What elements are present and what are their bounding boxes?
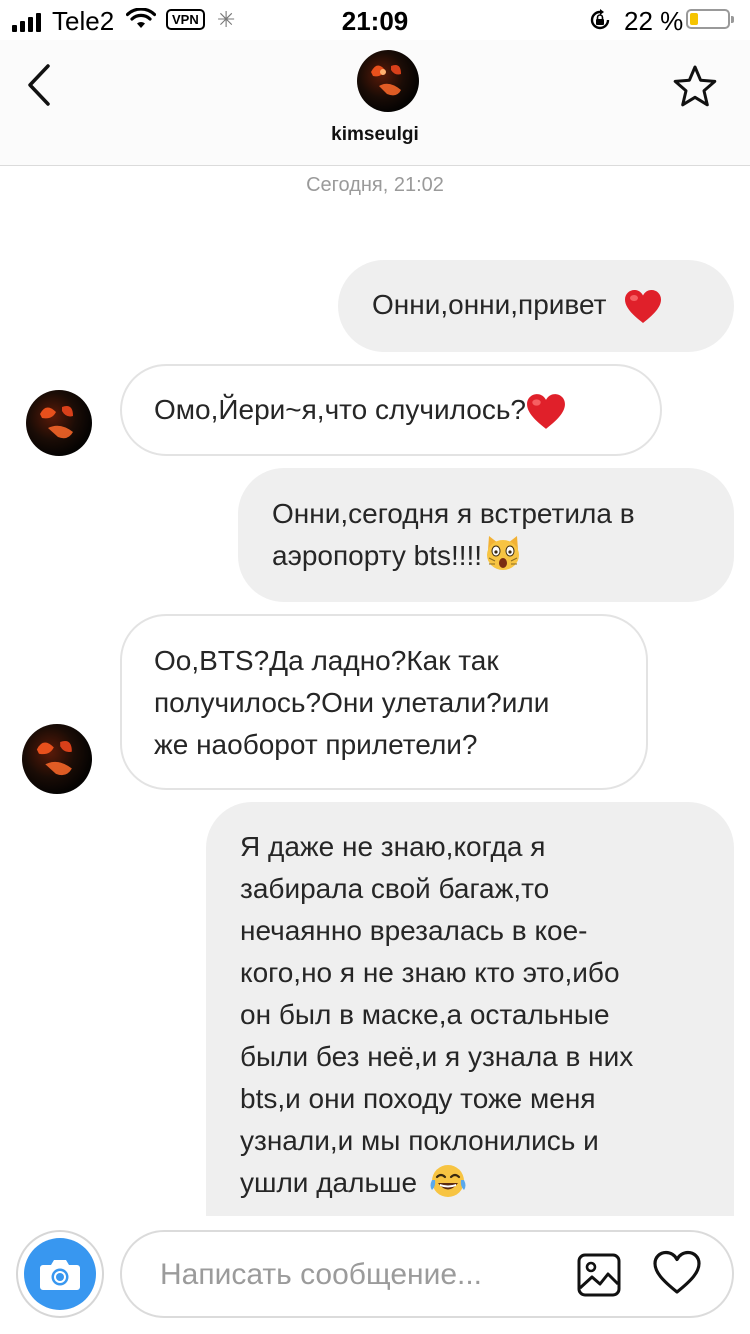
weary-cat-icon — [487, 535, 520, 570]
message-text-line: ушли дальше — [240, 1162, 734, 1204]
message-text: узнали,и мы поклонились и — [240, 1125, 599, 1156]
message-text: нечаянно врезалась в кое- — [240, 915, 588, 946]
status-bar: Tele2 VPN ✳ 21:09 22 % — [0, 0, 750, 40]
message-text: bts,и они походу тоже меня — [240, 1083, 596, 1114]
avatar[interactable] — [22, 724, 92, 794]
red-heart-icon — [625, 289, 662, 323]
message-text: аэропорту bts!!!! — [272, 540, 483, 571]
conversation-header: kimseulgi — [0, 40, 750, 166]
sent-message[interactable]: Я даже не знаю,когда я забирала свой баг… — [206, 802, 734, 1222]
camera-button[interactable] — [16, 1230, 104, 1318]
sent-message[interactable]: Онни,сегодня я встретила в аэропорту bts… — [238, 468, 734, 602]
chevron-left-icon[interactable] — [22, 62, 56, 108]
red-heart-icon — [527, 393, 565, 429]
heart-icon[interactable] — [652, 1250, 702, 1296]
avatar[interactable] — [357, 50, 419, 112]
avatar[interactable] — [26, 390, 92, 456]
message-composer — [0, 1216, 750, 1334]
message-text: были без неё,и я узнала в них — [240, 1041, 634, 1072]
camera-icon — [24, 1238, 96, 1310]
rotation-lock-icon — [590, 9, 610, 30]
chat-username[interactable]: kimseulgi — [0, 124, 750, 146]
message-text: ушли дальше — [240, 1167, 418, 1198]
message-text: Онни,сегодня я встретила в — [272, 498, 635, 529]
message-text: Я даже не знаю,когда я — [240, 831, 546, 862]
received-message[interactable]: Омо,Йери~я,что случилось? — [120, 364, 662, 456]
message-text: Онни,онни,привет — [372, 289, 607, 320]
battery-percent: 22 % — [624, 6, 684, 36]
star-icon[interactable] — [672, 64, 718, 108]
message-text: Омо,Йери~я,что случилось? — [154, 394, 526, 425]
date-separator: Сегодня, 21:02 — [306, 174, 444, 196]
message-text-line: аэропорту bts!!!! — [272, 535, 734, 577]
sent-message[interactable]: Онни,онни,привет — [338, 260, 734, 352]
message-text: Оо,BTS?Да ладно?Как так — [154, 645, 499, 676]
message-text: кого,но я не знаю кто это,ибо — [240, 957, 620, 988]
message-text: забирала свой багаж,то — [240, 873, 550, 904]
message-input[interactable] — [158, 1232, 542, 1318]
message-text: получилось?Они улетали?или — [154, 687, 550, 718]
battery-icon — [686, 9, 734, 29]
gallery-icon[interactable] — [576, 1252, 622, 1298]
message-text: же наоборот прилетели? — [154, 729, 478, 760]
message-text: он был в маске,а остальные — [240, 999, 610, 1030]
message-field[interactable] — [120, 1230, 734, 1318]
received-message[interactable]: Оо,BTS?Да ладно?Как так получилось?Они у… — [120, 614, 648, 790]
tears-of-joy-icon — [430, 1164, 466, 1197]
